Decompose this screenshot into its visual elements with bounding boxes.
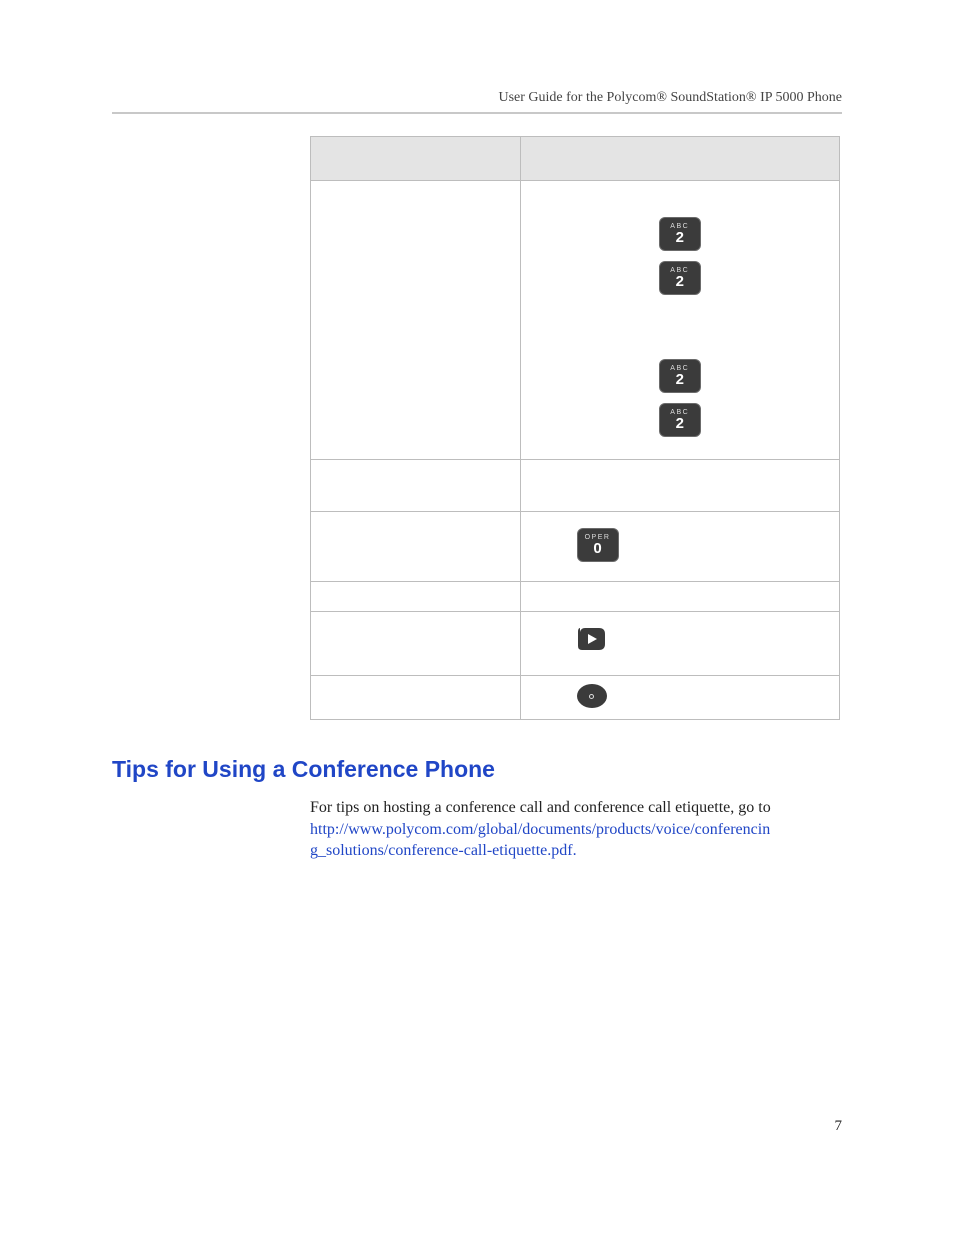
key-0-oper: OPER 0 <box>577 528 619 562</box>
table-cell-right <box>520 612 840 676</box>
table-row: OPER 0 <box>311 512 840 582</box>
table-row <box>311 460 840 512</box>
table-cell-left <box>311 582 521 612</box>
body-paragraph: For tips on hosting a conference call an… <box>310 797 842 862</box>
key-main: 0 <box>593 541 601 556</box>
page-number: 7 <box>835 1118 843 1135</box>
table-header-row <box>311 137 840 181</box>
key-2-abc: ABC 2 <box>659 217 701 251</box>
select-button-icon <box>577 684 607 708</box>
key-main: 2 <box>676 230 684 245</box>
table-cell-right <box>520 460 840 512</box>
running-header: User Guide for the Polycom® SoundStation… <box>112 90 842 112</box>
table-cell-right <box>520 676 840 720</box>
key-main: 2 <box>676 416 684 431</box>
header-rule <box>112 112 842 114</box>
table-cell-left <box>311 512 521 582</box>
section-heading: Tips for Using a Conference Phone <box>112 756 842 783</box>
table-cell-left <box>311 181 521 460</box>
table-header-left <box>311 137 521 181</box>
table-header-right <box>520 137 840 181</box>
etiquette-link[interactable]: http://www.polycom.com/global/documents/… <box>310 821 770 860</box>
key-main: 2 <box>676 274 684 289</box>
key-main: 2 <box>676 372 684 387</box>
body-text: For tips on hosting a conference call an… <box>310 799 771 816</box>
table-row <box>311 612 840 676</box>
key-2-abc: ABC 2 <box>659 403 701 437</box>
reference-table: ABC 2 ABC 2 ABC 2 <box>310 136 842 720</box>
key-2-abc: ABC 2 <box>659 359 701 393</box>
table-row <box>311 676 840 720</box>
link-text-line2: g_solutions/conference-call-etiquette.pd… <box>310 842 577 859</box>
key-2-abc: ABC 2 <box>659 261 701 295</box>
link-text-line1: http://www.polycom.com/global/documents/… <box>310 821 770 838</box>
table-row: ABC 2 ABC 2 ABC 2 <box>311 181 840 460</box>
table-cell-right <box>520 582 840 612</box>
table-cell-left <box>311 460 521 512</box>
table-cell-left <box>311 612 521 676</box>
speech-play-icon <box>577 643 607 660</box>
table-cell-right: OPER 0 <box>520 512 840 582</box>
table-row <box>311 582 840 612</box>
table-cell-left <box>311 676 521 720</box>
table-cell-right: ABC 2 ABC 2 ABC 2 <box>520 181 840 460</box>
